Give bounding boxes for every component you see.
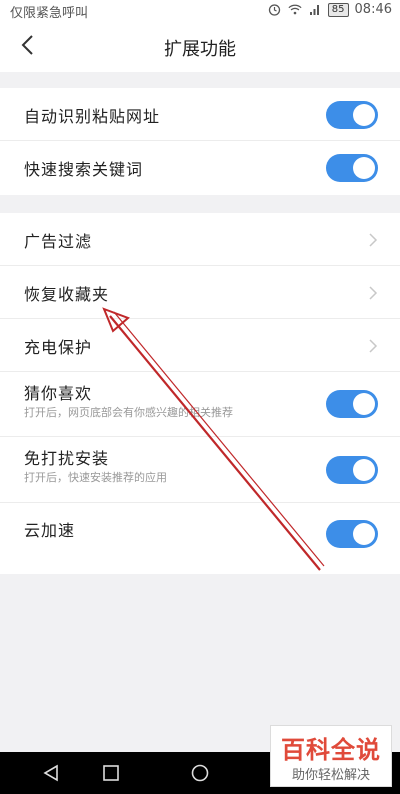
setting-row-auto-detect-url: 自动识别粘贴网址	[0, 88, 400, 141]
silent-install-toggle[interactable]	[326, 456, 378, 484]
header-bar: 扩展功能	[0, 22, 400, 72]
clock-text: 08:46	[354, 2, 392, 17]
watermark-title: 百科全说	[281, 736, 381, 764]
settings-group-1: 自动识别粘贴网址 快速搜索关键词	[0, 88, 400, 195]
chevron-right-icon	[368, 338, 378, 353]
page-title: 扩展功能	[164, 39, 236, 60]
setting-label: 免打扰安装	[24, 449, 110, 468]
battery-indicator: 85	[327, 2, 349, 17]
setting-label: 广告过滤	[24, 232, 93, 251]
setting-label: 充电保护	[24, 338, 93, 357]
guess-you-like-toggle[interactable]	[326, 390, 378, 418]
watermark-logo: 百科全说 助你轻松解决	[270, 725, 392, 787]
setting-label: 快速搜索关键词	[24, 160, 144, 179]
quick-search-toggle[interactable]	[326, 154, 378, 182]
settings-group-2: 广告过滤 恢复收藏夹 充电保护 猜你喜欢 打开后，网页底部会有你感兴趣的相关推荐…	[0, 213, 400, 574]
setting-label: 云加速	[24, 521, 76, 540]
chevron-right-icon	[368, 232, 378, 247]
setting-row-restore-bookmarks[interactable]: 恢复收藏夹	[0, 266, 400, 319]
recent-apps-square-icon[interactable]	[102, 764, 120, 782]
setting-row-charge-protection[interactable]: 充电保护	[0, 319, 400, 372]
home-circle-icon[interactable]	[191, 764, 209, 782]
setting-label: 恢复收藏夹	[24, 285, 110, 304]
watermark-subtitle: 助你轻松解决	[291, 768, 370, 783]
setting-row-silent-install: 免打扰安装 打开后，快速安装推荐的应用	[0, 437, 400, 503]
setting-row-guess-you-like: 猜你喜欢 打开后，网页底部会有你感兴趣的相关推荐	[0, 372, 400, 437]
auto-detect-url-toggle[interactable]	[326, 101, 378, 129]
status-bar: 仅限紧急呼叫 85 08:46	[0, 0, 400, 22]
chevron-right-icon	[368, 285, 378, 300]
setting-row-quick-search: 快速搜索关键词	[0, 141, 400, 194]
setting-row-ad-filter[interactable]: 广告过滤	[0, 213, 400, 266]
setting-subtitle: 打开后，快速安装推荐的应用	[24, 471, 167, 484]
alarm-icon	[268, 3, 282, 17]
cloud-accel-toggle[interactable]	[326, 520, 378, 548]
setting-row-cloud-accel: 云加速	[0, 503, 400, 574]
setting-subtitle: 打开后，网页底部会有你感兴趣的相关推荐	[24, 406, 233, 419]
status-icons: 85 08:46	[268, 2, 392, 17]
setting-label: 猜你喜欢	[24, 384, 93, 403]
signal-icon	[308, 3, 322, 17]
carrier-text: 仅限紧急呼叫	[10, 6, 89, 21]
setting-label: 自动识别粘贴网址	[24, 107, 161, 126]
back-triangle-icon[interactable]	[42, 764, 60, 782]
wifi-icon	[288, 3, 302, 17]
